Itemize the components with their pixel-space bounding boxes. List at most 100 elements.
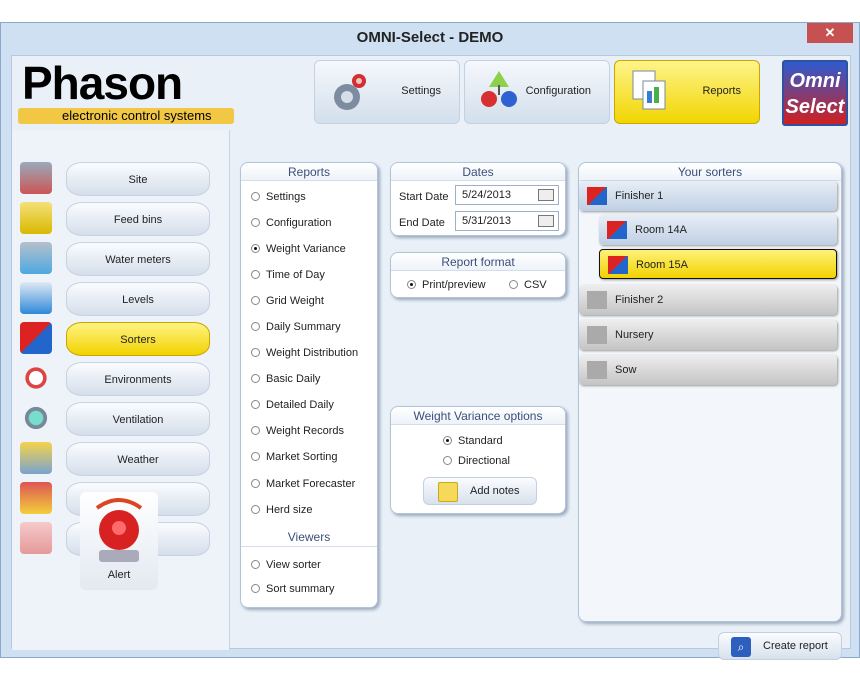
nav-levels[interactable]: Levels — [66, 282, 210, 316]
main-frame: Phason electronic control systems Settin… — [11, 55, 851, 660]
radio-market-forecaster[interactable]: Market Forecaster — [251, 476, 355, 492]
radio-daily-summary[interactable]: Daily Summary — [251, 319, 341, 335]
radio-market-sorting[interactable]: Market Sorting — [251, 449, 338, 465]
radio-label: Weight Distribution — [266, 347, 359, 359]
radio-basic-daily[interactable]: Basic Daily — [251, 371, 320, 387]
sorter-icon — [20, 322, 52, 354]
radio-label: Time of Day — [266, 269, 325, 281]
radio-grid-weight[interactable]: Grid Weight — [251, 293, 324, 309]
ration-icon — [20, 482, 52, 514]
dates-panel: Dates Start Date 5/24/2013 End Date 5/31… — [390, 162, 566, 236]
nav-water-meters[interactable]: Water meters — [66, 242, 210, 276]
tab-reports-label: Reports — [702, 85, 741, 97]
your-sorters-title: Your sorters — [579, 163, 841, 181]
create-report-label: Create report — [763, 640, 828, 652]
radio-icon — [251, 374, 260, 383]
radio-time-of-day[interactable]: Time of Day — [251, 267, 325, 283]
end-date-field[interactable]: 5/31/2013 — [455, 211, 559, 231]
radio-weight-variance[interactable]: Weight Variance — [251, 241, 346, 257]
app-window: OMNI-Select - DEMO ✕ Phason electronic c… — [0, 22, 860, 660]
radio-icon — [251, 584, 260, 593]
wv-options-title: Weight Variance options — [391, 407, 565, 425]
radio-detailed-daily[interactable]: Detailed Daily — [251, 397, 334, 413]
nav-weather[interactable]: Weather — [66, 442, 210, 476]
omni-logo-line2: Select — [785, 96, 845, 118]
add-notes-button[interactable]: Add notes — [423, 477, 537, 505]
start-date-field[interactable]: 5/24/2013 — [455, 185, 559, 205]
radio-print-preview[interactable]: Print/preview — [407, 277, 486, 293]
weather-icon — [20, 442, 52, 474]
sorter-room-label: Room 14A — [635, 224, 687, 236]
sorter-group-label: Finisher 2 — [615, 294, 664, 306]
radio-weight-records[interactable]: Weight Records — [251, 423, 344, 439]
radio-standard[interactable]: Standard — [443, 433, 503, 449]
radio-icon — [251, 479, 260, 488]
ventilation-icon — [20, 402, 52, 434]
end-date-value: 5/31/2013 — [462, 215, 511, 227]
calendar-icon[interactable] — [538, 189, 554, 201]
add-notes-label: Add notes — [470, 485, 520, 497]
tab-settings[interactable]: Settings — [314, 60, 460, 124]
sorter-room-14a[interactable]: Room 14A — [599, 215, 837, 245]
radio-icon — [251, 296, 260, 305]
end-date-label: End Date — [399, 217, 445, 229]
search-icon: ⌕ — [731, 637, 751, 657]
radio-view-sorter[interactable]: View sorter — [251, 557, 321, 573]
tab-configuration[interactable]: Configuration — [464, 60, 610, 124]
sorter-group-label: Sow — [615, 364, 637, 376]
reports-panel: Reports Settings Configuration Weight Va… — [240, 162, 378, 608]
sorter-icon — [608, 256, 628, 274]
nav-sorters[interactable]: Sorters — [66, 322, 210, 356]
create-report-button[interactable]: ⌕ Create report — [718, 632, 842, 660]
radio-configuration[interactable]: Configuration — [251, 215, 331, 231]
radio-icon — [251, 560, 260, 569]
nav-feed-bins[interactable]: Feed bins — [66, 202, 210, 236]
radio-sort-summary[interactable]: Sort summary — [251, 581, 334, 597]
tab-settings-label: Settings — [401, 85, 441, 97]
water-meter-icon — [20, 242, 52, 274]
radio-icon — [509, 280, 518, 289]
radio-csv[interactable]: CSV — [509, 277, 547, 293]
radio-icon — [407, 280, 416, 289]
alert-button[interactable]: Alert — [80, 492, 158, 590]
radio-icon — [251, 322, 260, 331]
radio-icon — [443, 436, 452, 445]
siren-icon — [95, 498, 143, 562]
radio-herd-size[interactable]: Herd size — [251, 502, 312, 518]
sorter-group-nursery[interactable]: Nursery — [579, 320, 837, 350]
radio-label: Market Forecaster — [266, 478, 356, 490]
radio-label: Basic Daily — [266, 373, 321, 385]
sorter-group-label: Finisher 1 — [615, 190, 664, 202]
configuration-icon — [481, 71, 517, 107]
radio-directional[interactable]: Directional — [443, 453, 510, 469]
nav-ventilation[interactable]: Ventilation — [66, 402, 210, 436]
radio-icon — [251, 505, 260, 514]
radio-settings[interactable]: Settings — [251, 189, 306, 205]
gear-icon — [334, 74, 366, 110]
radio-label: Weight Records — [266, 425, 345, 437]
radio-label: Directional — [458, 455, 510, 467]
nav-environments[interactable]: Environments — [66, 362, 210, 396]
radio-icon — [251, 192, 260, 201]
radio-weight-distribution[interactable]: Weight Distribution — [251, 345, 358, 361]
sorter-room-15a[interactable]: Room 15A — [599, 249, 837, 279]
sorter-group-sow[interactable]: Sow — [579, 355, 837, 385]
sorter-group-finisher-1[interactable]: Finisher 1 — [579, 181, 837, 211]
calendar-icon[interactable] — [538, 215, 554, 227]
report-format-title: Report format — [391, 253, 565, 271]
report-format-panel: Report format Print/preview CSV — [390, 252, 566, 298]
herd-icon — [20, 522, 52, 554]
logo-brand: Phason — [22, 57, 183, 109]
radio-icon — [251, 244, 260, 253]
tab-configuration-label: Configuration — [525, 85, 591, 97]
start-date-label: Start Date — [399, 191, 449, 203]
close-button[interactable]: ✕ — [807, 23, 853, 43]
sorter-icon — [587, 291, 607, 309]
sorter-icon — [587, 361, 607, 379]
radio-label: Print/preview — [422, 279, 486, 291]
phason-logo: Phason electronic control systems — [12, 56, 242, 130]
nav-site[interactable]: Site — [66, 162, 210, 196]
sorter-group-finisher-2[interactable]: Finisher 2 — [579, 285, 837, 315]
tab-reports[interactable]: Reports — [614, 60, 760, 124]
radio-icon — [251, 270, 260, 279]
